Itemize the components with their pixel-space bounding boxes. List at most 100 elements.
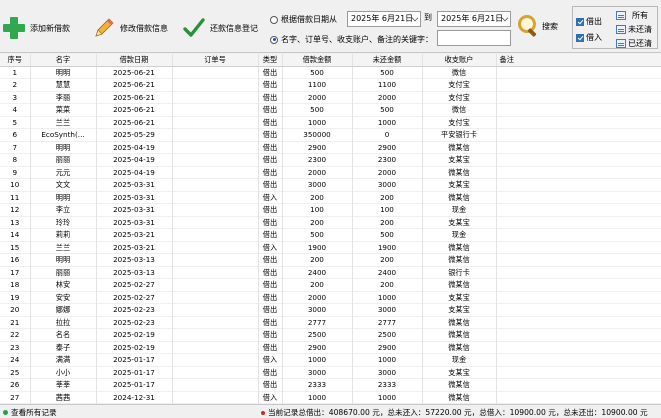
table-cell: 19 bbox=[0, 291, 31, 304]
table-cell: 微某信 bbox=[422, 378, 497, 391]
summary-dot-icon bbox=[261, 410, 265, 415]
table-row[interactable]: 5 兰兰 2025-06-21 借出 1000 1000 支付宝 bbox=[0, 116, 661, 129]
table-row[interactable]: 11 明明 2025-03-31 借入 200 200 微某信 bbox=[0, 191, 661, 204]
table-row[interactable]: 17 丽丽 2025-03-13 借出 2400 2400 银行卡 bbox=[0, 266, 661, 279]
date-to-picker[interactable]: 2025年 6月21日 bbox=[437, 11, 511, 27]
table-cell: 借入 bbox=[258, 191, 283, 204]
table-row[interactable]: 14 莉莉 2025-03-21 借出 500 500 现金 bbox=[0, 228, 661, 241]
date-radio[interactable] bbox=[270, 15, 278, 24]
table-cell: 0 bbox=[352, 128, 423, 141]
table-cell bbox=[496, 178, 661, 191]
table-cell: 2000 bbox=[282, 166, 353, 179]
table-row[interactable]: 25 小小 2025-01-17 借出 3000 3000 支某宝 bbox=[0, 366, 661, 379]
table-cell: 支某宝 bbox=[422, 291, 497, 304]
table-row[interactable]: 21 拉拉 2025-02-23 借出 2777 2777 微某信 bbox=[0, 316, 661, 329]
table-cell: 李立 bbox=[30, 203, 97, 216]
table-row[interactable]: 27 茜茜 2024-12-31 借入 1000 1000 微某信 bbox=[0, 391, 661, 404]
table-row[interactable]: 12 李立 2025-03-31 借出 100 100 现金 bbox=[0, 203, 661, 216]
table-cell: 平安银行卡 bbox=[422, 128, 497, 141]
table-row[interactable]: 4 菜菜 2025-06-21 借出 500 500 微信 bbox=[0, 103, 661, 116]
borrow-out-checkbox[interactable]: 借出 bbox=[576, 16, 602, 27]
filter-not-repaid-button[interactable]: 未还清 bbox=[616, 24, 652, 35]
table-cell: 5 bbox=[0, 116, 31, 129]
table-row[interactable]: 16 明明 2025-03-13 借出 200 200 微某信 bbox=[0, 253, 661, 266]
borrow-in-checkbox[interactable]: 借入 bbox=[576, 32, 602, 43]
table-cell: 2025-06-21 bbox=[96, 116, 173, 129]
table-row[interactable]: 10 文文 2025-03-31 借出 3000 3000 支某宝 bbox=[0, 178, 661, 191]
table-cell: 1000 bbox=[352, 353, 423, 366]
edit-loan-button[interactable]: 修改借款信息 bbox=[92, 14, 168, 42]
repay-register-button[interactable]: 还款信息登记 bbox=[182, 14, 258, 42]
table-cell: 14 bbox=[0, 228, 31, 241]
table-cell: 微信 bbox=[422, 66, 497, 79]
table-row[interactable]: 3 李丽 2025-06-21 借出 2000 2000 支付宝 bbox=[0, 91, 661, 104]
table-cell bbox=[496, 241, 661, 254]
table-cell: 11 bbox=[0, 191, 31, 204]
column-header[interactable]: 收支账户 bbox=[422, 54, 497, 67]
table-cell: 3 bbox=[0, 91, 31, 104]
table-row[interactable]: 22 名名 2025-02-19 借出 2500 2500 微某信 bbox=[0, 328, 661, 341]
column-header[interactable]: 名字 bbox=[30, 54, 97, 67]
table-cell: 1 bbox=[0, 66, 31, 79]
table-cell: 借出 bbox=[258, 153, 283, 166]
table-row[interactable]: 8 丽丽 2025-04-19 借出 2300 2300 支某宝 bbox=[0, 153, 661, 166]
repay-register-label: 还款信息登记 bbox=[210, 23, 258, 33]
table-row[interactable]: 18 林安 2025-02-27 借出 200 200 微某信 bbox=[0, 278, 661, 291]
table-row[interactable]: 23 泰子 2025-02-19 借出 2900 2900 微某信 bbox=[0, 341, 661, 354]
filter-all-button[interactable]: 所有 bbox=[616, 10, 648, 21]
table-cell bbox=[496, 291, 661, 304]
table-cell: 200 bbox=[352, 216, 423, 229]
column-header[interactable]: 未还金额 bbox=[352, 54, 423, 67]
filter-by-date-option[interactable]: 根据借款日期从 bbox=[270, 14, 337, 25]
table-cell: 微某信 bbox=[422, 166, 497, 179]
table-cell bbox=[496, 78, 661, 91]
filter-not-repaid-label: 未还清 bbox=[628, 25, 652, 34]
filter-by-keyword-option[interactable]: 名字、订单号、收支账户、备注的关键字： bbox=[270, 34, 433, 45]
add-loan-button[interactable]: 添加新借款 bbox=[2, 14, 70, 42]
search-button[interactable]: 搜索 bbox=[517, 14, 558, 38]
table-cell bbox=[172, 353, 259, 366]
table-row[interactable]: 13 玲玲 2025-03-31 借出 200 200 支某宝 bbox=[0, 216, 661, 229]
table-cell: 现金 bbox=[422, 203, 497, 216]
filter-repaid-button[interactable]: 已还清 bbox=[616, 38, 652, 49]
table-cell: 2025-02-19 bbox=[96, 341, 173, 354]
table-row[interactable]: 20 娜娜 2025-02-23 借出 3000 3000 支某宝 bbox=[0, 303, 661, 316]
table-cell bbox=[496, 91, 661, 104]
table-cell: 支某宝 bbox=[422, 153, 497, 166]
table-cell: 2025-03-31 bbox=[96, 216, 173, 229]
table-row[interactable]: 6 EcoSynth(... 2025-05-29 借出 350000 0 平安银行卡 bbox=[0, 128, 661, 141]
table-cell: 2025-03-31 bbox=[96, 203, 173, 216]
table-row[interactable]: 15 兰兰 2025-03-21 借入 1900 1900 微某信 bbox=[0, 241, 661, 254]
table-row[interactable]: 24 满满 2025-01-17 借入 1000 1000 现金 bbox=[0, 353, 661, 366]
table-cell bbox=[496, 278, 661, 291]
column-header[interactable]: 借款金额 bbox=[282, 54, 353, 67]
column-header[interactable]: 类型 bbox=[258, 54, 283, 67]
loan-table[interactable]: 序号 名字 借款日期 订单号 类型 借款金额 未还金额 收支账户 备注 1 明明 2025-06-2… bbox=[0, 54, 661, 404]
table-row[interactable]: 26 莘莘 2025-01-17 借出 2333 2333 微某信 bbox=[0, 378, 661, 391]
table-cell: 支某宝 bbox=[422, 216, 497, 229]
column-header[interactable]: 备注 bbox=[496, 54, 661, 67]
table-cell: 支某宝 bbox=[422, 366, 497, 379]
column-header[interactable]: 订单号 bbox=[172, 54, 259, 67]
column-header[interactable]: 借款日期 bbox=[96, 54, 173, 67]
table-cell bbox=[172, 116, 259, 129]
keyword-input[interactable] bbox=[437, 30, 511, 46]
table-row[interactable]: 9 元元 2025-04-19 借出 2000 2000 微某信 bbox=[0, 166, 661, 179]
table-cell: 支某宝 bbox=[422, 303, 497, 316]
date-from-picker[interactable]: 2025年 6月21日 bbox=[347, 11, 421, 27]
table-row[interactable]: 2 慧慧 2025-06-21 借出 1100 1100 支付宝 bbox=[0, 78, 661, 91]
view-all-records-button[interactable]: 查看所有记录 bbox=[3, 407, 57, 418]
table-cell: 18 bbox=[0, 278, 31, 291]
column-header[interactable]: 序号 bbox=[0, 54, 31, 67]
summary-text: 当前记录总借出：408670.00 元，总未还入：57220.00 元，总借入：… bbox=[268, 408, 648, 417]
table-cell: 2000 bbox=[352, 91, 423, 104]
table-cell: 7 bbox=[0, 141, 31, 154]
table-row[interactable]: 19 安安 2025-02-27 借出 2000 1000 支某宝 bbox=[0, 291, 661, 304]
table-cell: 林安 bbox=[30, 278, 97, 291]
table-row[interactable]: 1 明明 2025-06-21 借出 500 500 微信 bbox=[0, 66, 661, 79]
table-row[interactable]: 7 明明 2025-04-19 借出 2900 2900 微某信 bbox=[0, 141, 661, 154]
keyword-radio[interactable] bbox=[270, 35, 278, 44]
table-cell bbox=[496, 378, 661, 391]
borrow-in-label: 借入 bbox=[586, 33, 602, 42]
table-cell: 微信 bbox=[422, 103, 497, 116]
